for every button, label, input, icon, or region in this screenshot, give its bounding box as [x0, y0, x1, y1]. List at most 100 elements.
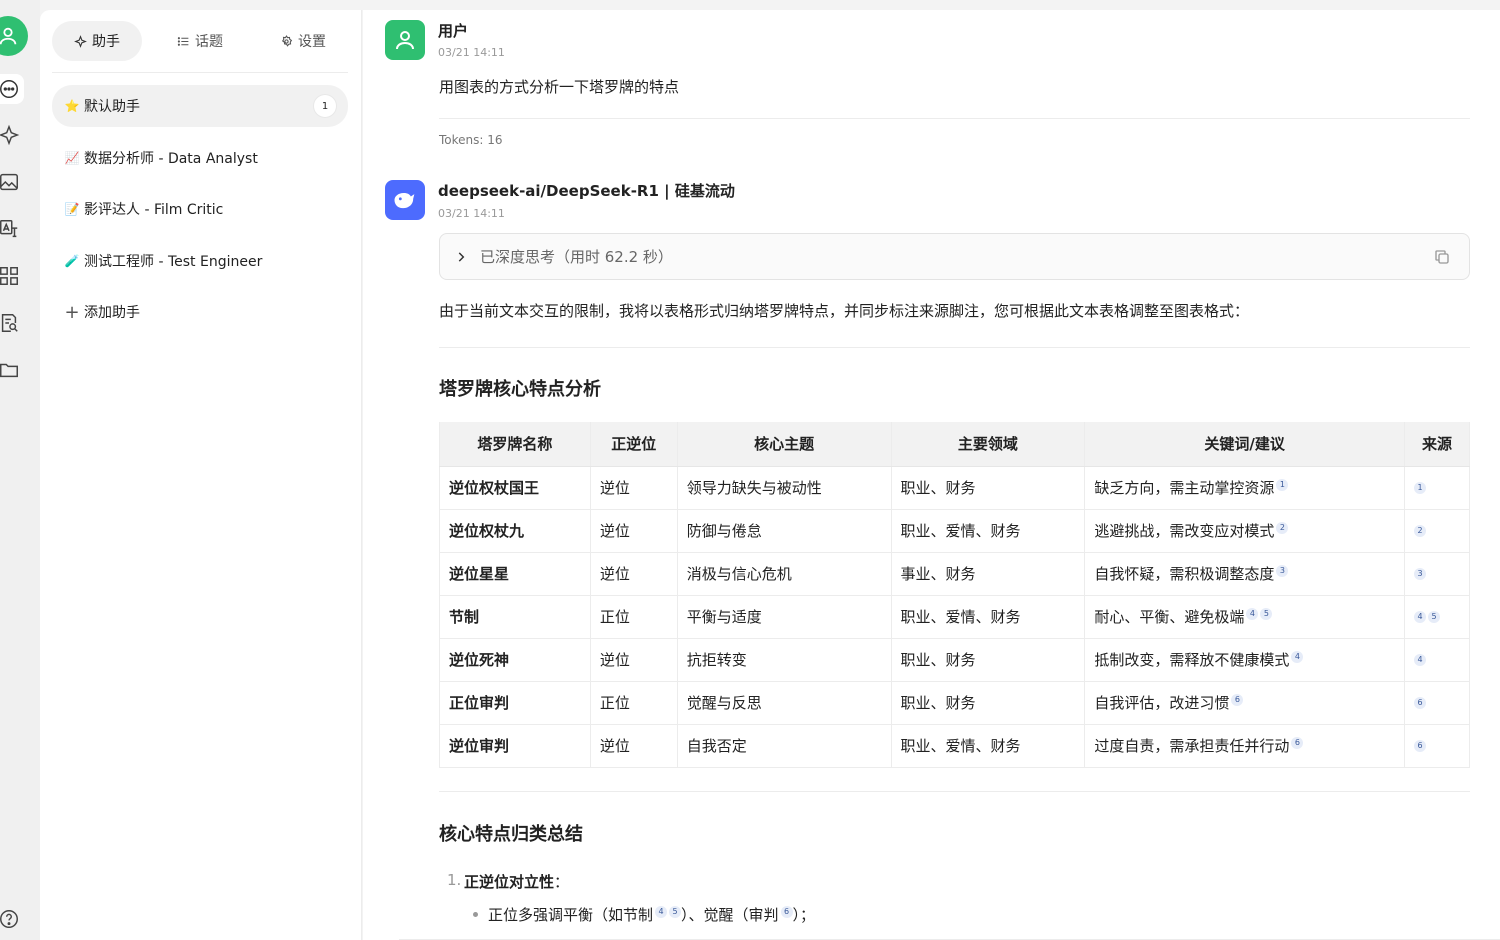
assistant-item-default[interactable]: ⭐ 默认助手 1 [52, 85, 348, 127]
chat-main: 用户 03/21 14:11 用图表的方式分析一下塔罗牌的特点 Tokens: … [363, 10, 1500, 940]
card-name-cell: 正位审判 [439, 681, 591, 725]
panel-divider [52, 72, 348, 73]
message-divider [439, 118, 1470, 119]
star-icon: ⭐ [64, 99, 80, 113]
add-assistant-label: 添加助手 [84, 305, 140, 321]
sidebar-tabs: 助手 话题 设置 [52, 20, 348, 62]
user-sender-name: 用户 [438, 22, 469, 40]
tab-label: 设置 [298, 34, 326, 50]
assistant-item-film-critic[interactable]: 📝 影评达人 - Film Critic [52, 188, 348, 230]
area-cell: 职业、爱情、财务 [891, 724, 1086, 768]
source-cell: 6 [1404, 681, 1470, 725]
translate-icon[interactable] [0, 214, 24, 244]
source-footnote[interactable]: 1 [1414, 482, 1426, 494]
assistant-item-test-engineer[interactable]: 🧪 测试工程师 - Test Engineer [52, 240, 348, 282]
summary-item-1: 正逆位对立性： [464, 871, 569, 892]
keyword-cell: 自我怀疑，需积极调整态度 3 [1084, 552, 1405, 596]
keyword-text: 过度自责，需承担责任并行动 [1094, 737, 1290, 755]
card-name-cell: 逆位星星 [439, 552, 591, 596]
area-cell: 职业、财务 [891, 638, 1086, 682]
theme-cell: 消极与信心危机 [677, 552, 892, 596]
tab-assistants[interactable]: 助手 [52, 21, 142, 61]
tab-label: 助手 [92, 34, 120, 50]
ai-intro-text: 由于当前文本交互的限制，我将以表格形式归纳塔罗牌特点，并同步标注来源脚注，您可根… [439, 302, 1250, 320]
knowledge-search-icon[interactable] [0, 308, 24, 338]
apps-grid-icon[interactable] [0, 261, 24, 291]
card-name-cell: 节制 [439, 595, 591, 639]
footnote-link[interactable]: 6 [1231, 694, 1244, 706]
area-cell: 职业、财务 [891, 681, 1086, 725]
add-assistant-button[interactable]: + 添加助手 [52, 291, 348, 333]
summary-item-title: 正逆位对立性 [464, 873, 555, 891]
footnote-link[interactable]: 5 [669, 906, 682, 918]
bullet-dot [473, 912, 478, 917]
plus-icon: + [64, 301, 80, 323]
tab-settings[interactable]: 设置 [258, 21, 348, 61]
keyword-cell: 缺乏方向，需主动掌控资源 1 [1084, 466, 1405, 510]
ai-sender-name: deepseek-ai/DeepSeek-R1 | 硅基流动 [438, 182, 735, 200]
folder-icon[interactable] [0, 355, 24, 385]
table-row: 正位审判 正位 觉醒与反思 职业、财务 自我评估，改进习惯 6 6 [439, 681, 1470, 725]
area-cell: 事业、财务 [891, 552, 1086, 596]
sparkle-icon[interactable] [0, 120, 24, 150]
footnote-link[interactable]: 1 [1276, 479, 1289, 491]
footnote-link[interactable]: 3 [1276, 565, 1289, 577]
footnote-link[interactable]: 4 [1246, 608, 1259, 620]
help-icon[interactable] [0, 904, 24, 934]
keyword-cell: 抵制改变，需释放不健康模式 4 [1084, 638, 1405, 682]
section-divider [439, 791, 1470, 792]
source-footnote[interactable]: 3 [1414, 568, 1426, 580]
keyword-cell: 自我评估，改进习惯 6 [1084, 681, 1405, 725]
footnote-link[interactable]: 4 [655, 906, 668, 918]
theme-cell: 防御与倦怠 [677, 509, 892, 553]
footnote-link[interactable]: 5 [1260, 608, 1273, 620]
source-footnote[interactable]: 6 [1414, 740, 1426, 752]
copy-icon[interactable] [1433, 248, 1451, 266]
image-icon[interactable] [0, 167, 24, 197]
area-cell: 职业、爱情、财务 [891, 509, 1086, 553]
source-cell: 45 [1404, 595, 1470, 639]
footnote-link[interactable]: 2 [1276, 522, 1289, 534]
thinking-toggle[interactable]: 已深度思考（用时 62.2 秒） [439, 233, 1470, 280]
summary-bullet-1: 正位多强调平衡（如节制 4 5 ）、觉醒（审判 6）； [488, 904, 815, 925]
keyword-text: 逃避挑战，需改变应对模式 [1094, 522, 1275, 540]
keyword-text: 耐心、平衡、避免极端 [1094, 608, 1245, 626]
area-cell: 职业、财务 [891, 466, 1086, 510]
column-header: 主要领域 [891, 422, 1086, 467]
bullet-text: ）； [792, 906, 816, 924]
card-name-cell: 逆位权杖九 [439, 509, 591, 553]
source-footnote[interactable]: 2 [1414, 525, 1426, 537]
table-row: 逆位权杖国王 逆位 领导力缺失与被动性 职业、财务 缺乏方向，需主动掌控资源 1 1 [439, 466, 1470, 510]
source-footnote[interactable]: 5 [1428, 611, 1440, 623]
theme-cell: 领导力缺失与被动性 [677, 466, 892, 510]
position-cell: 逆位 [590, 724, 678, 768]
source-cell: 3 [1404, 552, 1470, 596]
user-avatar-icon[interactable] [0, 16, 28, 56]
bullet-text: ）、觉醒（审判 [681, 906, 779, 924]
source-footnote[interactable]: 4 [1414, 611, 1426, 623]
assistant-label: 测试工程师 - Test Engineer [84, 254, 263, 270]
footnote-link[interactable]: 6 [780, 906, 793, 918]
assistant-label: 数据分析师 - Data Analyst [84, 151, 258, 167]
keyword-cell: 过度自责，需承担责任并行动 6 [1084, 724, 1405, 768]
source-footnote[interactable]: 4 [1414, 654, 1426, 666]
table-row: 节制 正位 平衡与适度 职业、爱情、财务 耐心、平衡、避免极端 4 5 4 5 [439, 595, 1470, 639]
area-cell: 职业、爱情、财务 [891, 595, 1086, 639]
source-cell: 6 [1404, 724, 1470, 768]
assistant-label: 影评达人 - Film Critic [84, 202, 224, 218]
user-message-text: 用图表的方式分析一下塔罗牌的特点 [439, 78, 680, 96]
token-count: Tokens: 16 [439, 133, 503, 147]
footnote-link[interactable]: 4 [1291, 651, 1304, 663]
gear-icon [281, 34, 293, 47]
theme-cell: 抗拒转变 [677, 638, 892, 682]
chat-bubble-icon[interactable] [0, 74, 24, 104]
memo-icon: 📝 [64, 202, 80, 216]
source-footnote[interactable]: 6 [1414, 697, 1426, 709]
tab-topics[interactable]: 话题 [155, 21, 245, 61]
assistant-item-data-analyst[interactable]: 📈 数据分析师 - Data Analyst [52, 137, 348, 179]
test-tube-icon: 🧪 [64, 254, 80, 268]
icon-rail [0, 0, 40, 940]
tarot-table: 塔罗牌名称 正逆位 核心主题 主要领域 关键词/建议 来源 逆位权杖国王 逆位 领导… [439, 422, 1470, 768]
theme-cell: 平衡与适度 [677, 595, 892, 639]
footnote-link[interactable]: 6 [1291, 737, 1304, 749]
